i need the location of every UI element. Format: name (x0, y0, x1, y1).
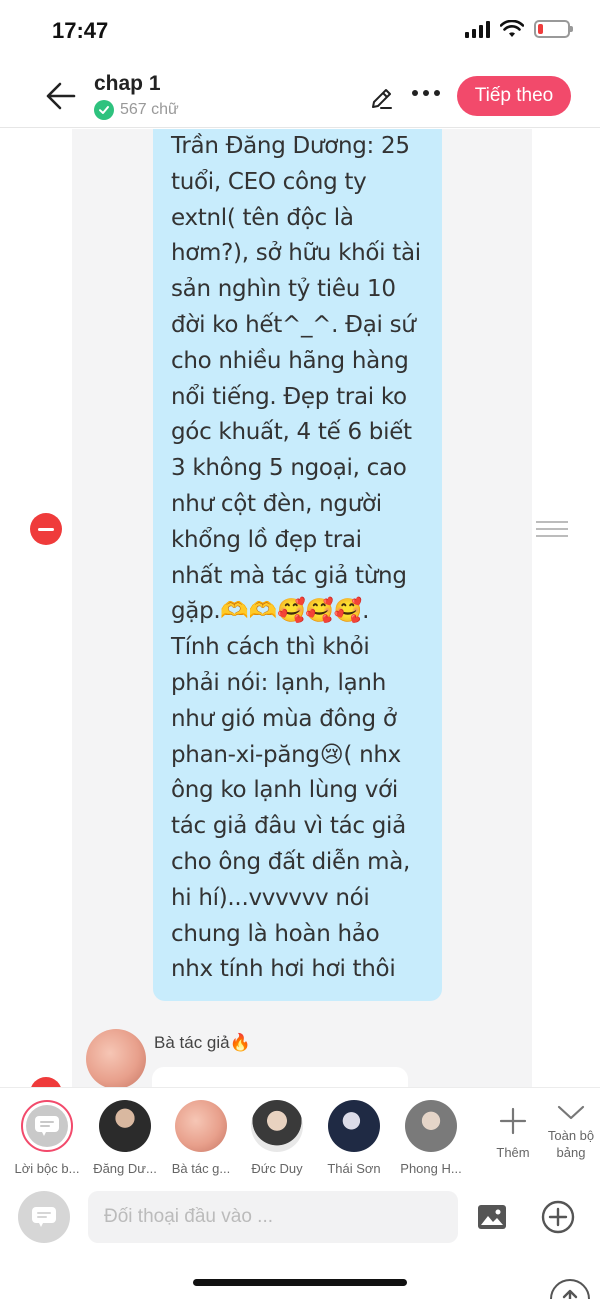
character-name: Bà tác g... (171, 1161, 231, 1176)
character-name: Lời bộc b... (14, 1161, 80, 1176)
remove-message-icon[interactable] (30, 513, 62, 545)
character-2[interactable]: Bà tác g... (161, 1100, 241, 1176)
next-message-bubble[interactable] (152, 1067, 408, 1087)
character-avatar (405, 1100, 457, 1152)
add-character-button[interactable]: Thêm (488, 1106, 538, 1160)
character-avatar (251, 1100, 303, 1152)
scroll-up-button[interactable] (550, 1279, 590, 1299)
expand-all-button[interactable]: Toàn bộ bảng (540, 1102, 600, 1161)
character-avatar (99, 1100, 151, 1152)
word-count: 567 chữ (120, 101, 179, 118)
character-avatar (328, 1100, 380, 1152)
character-4[interactable]: Thái Sơn (314, 1100, 394, 1176)
home-indicator (193, 1279, 407, 1286)
character-1[interactable]: Đăng Dư... (85, 1100, 165, 1176)
character-name: Phong H... (400, 1161, 462, 1176)
add-character-label: Thêm (496, 1145, 530, 1160)
chapter-title: chap 1 (94, 72, 161, 95)
pencil-icon[interactable] (368, 84, 396, 112)
narrator-avatar (21, 1100, 73, 1152)
speech-bubble-icon (35, 1116, 59, 1136)
battery-level (538, 24, 543, 34)
character-strip: Lời bộc b... Đăng Dư... Bà tác g... Đức … (0, 1087, 600, 1183)
cellular-signal-icon (465, 20, 490, 38)
character-avatar (175, 1100, 227, 1152)
dialogue-input[interactable] (88, 1191, 458, 1243)
drag-handle-icon[interactable] (536, 521, 568, 537)
expand-all-label: Toàn bộ bảng (547, 1128, 595, 1160)
speaker-name: Bà tác giả🔥 (154, 1033, 251, 1052)
back-arrow-icon[interactable] (40, 78, 80, 114)
wifi-icon (500, 20, 524, 37)
word-count-status: 567 chữ (94, 100, 179, 120)
battery-icon (534, 20, 573, 38)
character-5[interactable]: Phong H... (391, 1100, 471, 1176)
speaker-avatar (86, 1029, 146, 1087)
input-bar (0, 1183, 600, 1299)
editor-header: chap 1 567 chữ Tiếp theo (0, 64, 600, 128)
more-options-icon[interactable] (412, 90, 440, 96)
chevron-down-icon (557, 1105, 585, 1120)
message-bubble[interactable]: Trần Đăng Dương: 25 tuổi, CEO công ty ex… (153, 129, 442, 1001)
image-icon[interactable] (476, 1201, 508, 1233)
add-circle-icon[interactable] (540, 1199, 576, 1235)
status-time: 17:47 (52, 18, 109, 43)
character-name: Đăng Dư... (93, 1161, 157, 1176)
narration-toggle-button[interactable] (18, 1191, 70, 1243)
remove-message-icon[interactable] (30, 1077, 62, 1087)
character-name: Đức Duy (251, 1161, 303, 1176)
message-text: Trần Đăng Dương: 25 tuổi, CEO công ty ex… (171, 133, 421, 983)
character-narrator[interactable]: Lời bộc b... (7, 1100, 87, 1176)
status-icons (465, 20, 573, 38)
plus-icon (499, 1107, 527, 1135)
character-name: Thái Sơn (327, 1161, 381, 1176)
character-3[interactable]: Đức Duy (237, 1100, 317, 1176)
check-circle-icon (94, 100, 114, 120)
status-bar: 17:47 (0, 0, 600, 64)
speech-bubble-icon (32, 1207, 56, 1227)
next-button[interactable]: Tiếp theo (457, 76, 571, 116)
arrow-up-icon (562, 1289, 578, 1299)
dialogue-list[interactable]: Trần Đăng Dương: 25 tuổi, CEO công ty ex… (0, 129, 600, 1087)
